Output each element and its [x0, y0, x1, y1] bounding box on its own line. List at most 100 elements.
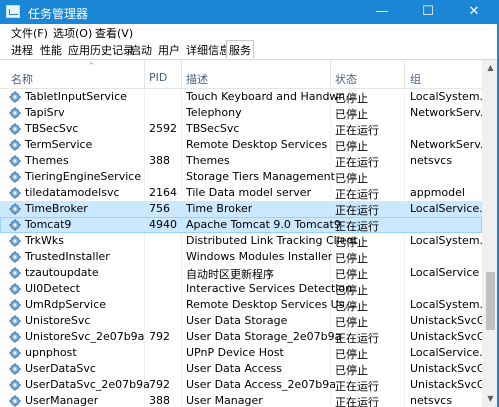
- service-description: Interactive Services Detection: [186, 282, 353, 295]
- service-name: Tomcat9: [25, 218, 72, 231]
- service-name: tzautoupdate: [25, 266, 99, 279]
- service-description: User Data Storage_2e07b9a: [186, 330, 342, 343]
- sort-arrow-icon: ^: [88, 61, 95, 70]
- table-row[interactable]: TapiSrv Telephony 已停止 NetworkServ...: [0, 105, 482, 121]
- service-description: TBSecSvc: [186, 122, 240, 135]
- table-row[interactable]: upnphost UPnP Device Host 已停止 LocalService.…: [0, 345, 482, 361]
- column-header-name[interactable]: 名称: [11, 71, 33, 87]
- tab-app-history[interactable]: 应用历史记录: [66, 42, 136, 59]
- menu-options[interactable]: 选项(O): [53, 25, 92, 41]
- minimize-button[interactable]: —: [359, 0, 405, 24]
- tab-startup[interactable]: 启动: [128, 42, 154, 59]
- table-row[interactable]: UserDataSvc_2e07b9a 792 User Data Access_2…: [0, 377, 482, 393]
- table-row[interactable]: UserDataSvc User Data Access 已停止 UnistackSv…: [0, 361, 482, 377]
- service-name: UserManager: [25, 394, 99, 407]
- menu-view[interactable]: 查看(V): [95, 25, 133, 41]
- maximize-button[interactable]: ☐: [405, 0, 451, 24]
- service-gear-icon: [9, 315, 21, 327]
- service-name: upnphost: [25, 346, 77, 359]
- service-name: TapiSrv: [25, 106, 65, 119]
- table-row[interactable]: TrkWks Distributed Link Tracking Client 已停…: [0, 233, 482, 249]
- service-group: NetworkServ...: [410, 138, 482, 151]
- table-row[interactable]: tzautoupdate 自动时区更新程序 已停止 LocalService: [0, 265, 482, 281]
- table-row[interactable]: TieringEngineService Storage Tiers Manage…: [0, 169, 482, 185]
- service-status: 已停止: [335, 268, 368, 281]
- service-group: UnistackSvcG...: [410, 330, 482, 343]
- service-pid: 2164: [149, 186, 177, 199]
- table-row[interactable]: TermService Remote Desktop Services 已停止 Net…: [0, 137, 482, 153]
- service-description: Themes: [186, 154, 230, 167]
- tab-performance[interactable]: 性能: [38, 42, 64, 59]
- service-status: 正在运行: [335, 220, 379, 233]
- service-name: UnistoreSvc: [25, 314, 91, 327]
- service-name: UserDataSvc_2e07b9a: [25, 378, 150, 391]
- service-description: User Data Access: [186, 362, 282, 375]
- service-pid: 2592: [149, 122, 177, 135]
- table-row[interactable]: tiledatamodelsvc 2164 Tile Data model serv…: [0, 185, 482, 201]
- service-pid: 756: [149, 202, 170, 215]
- service-gear-icon: [9, 267, 21, 279]
- service-gear-icon: [9, 395, 21, 407]
- table-row[interactable]: UserManager 388 User Manager 正在运行 netsvcs: [0, 393, 482, 407]
- service-gear-icon: [9, 107, 21, 119]
- service-status: 已停止: [335, 284, 368, 297]
- service-description: Tile Data model server: [186, 186, 312, 199]
- table-row[interactable]: TrustedInstaller Windows Modules Installe…: [0, 249, 482, 265]
- service-description: User Manager: [186, 394, 263, 407]
- service-description: Time Broker: [186, 202, 253, 215]
- service-name: UnistoreSvc_2e07b9a: [25, 330, 145, 343]
- service-pid: 792: [149, 378, 170, 391]
- service-description: Windows Modules Installer: [186, 250, 333, 263]
- service-description: Touch Keyboard and Handwr...: [186, 90, 353, 103]
- service-group: netsvcs: [410, 154, 453, 167]
- service-name: TrustedInstaller: [25, 250, 110, 263]
- service-group: LocalSystem...: [410, 90, 482, 103]
- table-row[interactable]: UI0Detect Interactive Services Detection 已…: [0, 281, 482, 297]
- service-name: TermService: [25, 138, 93, 151]
- service-gear-icon: [9, 235, 21, 247]
- service-name: UI0Detect: [25, 282, 80, 295]
- tab-details[interactable]: 详细信息: [184, 42, 232, 59]
- scrollbar-thumb[interactable]: [486, 272, 495, 330]
- service-gear-icon: [9, 347, 21, 359]
- tab-services[interactable]: 服务: [226, 40, 254, 59]
- service-name: UserDataSvc: [25, 362, 96, 375]
- service-name: TrkWks: [25, 234, 64, 247]
- service-gear-icon: [9, 283, 21, 295]
- column-header-group[interactable]: 组: [410, 71, 421, 87]
- service-group: UnistackSvcG...: [410, 378, 482, 391]
- table-row[interactable]: UmRdpService Remote Desktop Services Us..…: [0, 297, 482, 313]
- menu-bar: 文件(F) 选项(O) 查看(V): [0, 24, 499, 40]
- table-row[interactable]: Themes 388 Themes 正在运行 netsvcs: [0, 153, 482, 169]
- service-status: 已停止: [335, 300, 368, 313]
- service-group: appmodel: [410, 186, 465, 199]
- service-name: TBSecSvc: [25, 122, 79, 135]
- task-manager-icon: [6, 5, 20, 18]
- table-row[interactable]: TimeBroker 756 Time Broker 正在运行 LocalService…: [0, 201, 482, 217]
- service-gear-icon: [9, 379, 21, 391]
- service-status: 已停止: [335, 252, 368, 265]
- tab-strip: 进程 性能 应用历史记录 启动 用户 详细信息 服务: [0, 40, 499, 60]
- tab-processes[interactable]: 进程: [9, 42, 35, 59]
- column-header-pid[interactable]: PID: [149, 71, 167, 84]
- service-description: Storage Tiers Management: [186, 170, 335, 183]
- column-header-description[interactable]: 描述: [186, 71, 208, 87]
- table-row[interactable]: Tomcat9 4940 Apache Tomcat 9.0 Tomcat9 正在运行: [0, 217, 482, 233]
- table-row[interactable]: TabletInputService Touch Keyboard and Han…: [0, 89, 482, 105]
- table-row[interactable]: UnistoreSvc User Data Storage 已停止 UnistackS…: [0, 313, 482, 329]
- menu-file[interactable]: 文件(F): [11, 25, 48, 41]
- close-button[interactable]: ✕: [451, 0, 497, 24]
- service-group: LocalSystem...: [410, 234, 482, 247]
- service-gear-icon: [9, 155, 21, 167]
- service-pid: 388: [149, 394, 170, 407]
- service-gear-icon: [9, 331, 21, 343]
- service-gear-icon: [9, 91, 21, 103]
- tab-users[interactable]: 用户: [156, 42, 182, 59]
- window-title: 任务管理器: [28, 7, 89, 21]
- table-row[interactable]: TBSecSvc 2592 TBSecSvc 正在运行: [0, 121, 482, 137]
- column-header-status[interactable]: 状态: [335, 71, 357, 87]
- service-description: Apache Tomcat 9.0 Tomcat9: [186, 218, 341, 231]
- title-bar[interactable]: 任务管理器 — ☐ ✕: [0, 0, 499, 24]
- table-row[interactable]: UnistoreSvc_2e07b9a 792 User Data Storage_…: [0, 329, 482, 345]
- service-status: 已停止: [335, 92, 368, 105]
